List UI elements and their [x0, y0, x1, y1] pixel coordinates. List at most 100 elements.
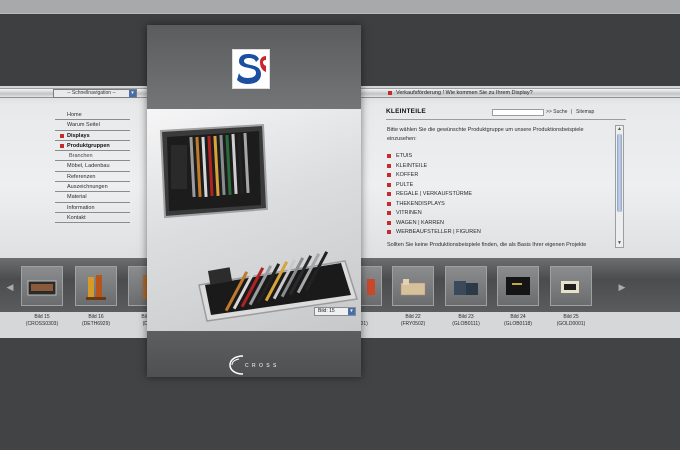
sitemap-link[interactable]: Sitemap — [576, 109, 594, 115]
wooden-box-icon — [400, 279, 426, 296]
search-input[interactable] — [492, 109, 544, 116]
cross-logo-icon: C R O S S — [229, 355, 277, 375]
sidebar-item-label: Warum Seitel — [67, 122, 100, 129]
sidebar-item-label: Information — [67, 204, 95, 211]
category-etuis[interactable]: ETUIS — [387, 152, 412, 160]
category-vitrinen[interactable]: VITRINEN — [387, 209, 422, 217]
pen-case-icon — [27, 280, 57, 296]
thumbnail-image[interactable] — [75, 266, 117, 306]
link-separator: | — [571, 109, 573, 115]
sidebar-item-label: Displays — [67, 132, 90, 139]
category-kleinteile[interactable]: KLEINTEILE — [387, 162, 427, 170]
category-label: REGALE | VERKAUFSTÜRME — [396, 191, 472, 197]
sidebar-item-warum-seitel[interactable]: Warum Seitel — [55, 120, 130, 131]
category-koffer[interactable]: KOFFER — [387, 171, 418, 179]
category-label: ETUIS — [396, 153, 413, 159]
red-bullet-icon — [387, 192, 391, 196]
sidebar-item-label: Möbel, Ladenbau — [67, 163, 110, 170]
category-thekendisplays[interactable]: THEKENDISPLAYS — [387, 200, 445, 208]
sidebar-item-information[interactable]: Information — [55, 203, 130, 213]
red-bullet-icon — [387, 182, 391, 187]
thumbnails-next-button[interactable]: ▶ — [617, 281, 627, 293]
search-button[interactable]: >> Suche — [546, 109, 567, 115]
sidebar-item-label: Branchen — [69, 153, 93, 160]
thumbnail-caption[interactable]: Bild 22 (FRY0502) — [387, 314, 439, 328]
sidebar-navigation: Home Warum Seitel Displays Produktgruppe… — [55, 110, 130, 224]
chevron-down-icon[interactable]: ▾ — [129, 90, 136, 97]
sidebar-item-produktgruppen[interactable]: Produktgruppen — [55, 141, 130, 152]
sidebar-item-auszeichnungen[interactable]: Auszeichnungen — [55, 182, 130, 193]
scrollbar-thumb[interactable] — [617, 134, 622, 212]
category-label: THEKENDISPLAYS — [396, 200, 445, 207]
thumbnail-image[interactable] — [445, 266, 487, 306]
red-bullet-icon — [388, 90, 392, 95]
chevron-down-icon[interactable]: ▾ — [348, 308, 355, 315]
thumbnail-caption[interactable]: Bild 16 (DETH6929) — [70, 314, 122, 328]
category-label: VITRINEN — [396, 210, 422, 216]
sidebar-item-material[interactable]: Material — [55, 192, 130, 203]
thumbnail-caption[interactable]: Bild 23 (GLOB0111) — [440, 314, 492, 328]
intro-text: Bitte wählen Sie die gewünschte Produktg… — [387, 127, 584, 142]
category-label: KOFFER — [396, 172, 419, 178]
quick-navigation-label: -- Schnellnavigation -- — [67, 90, 116, 96]
pen-display-case-image — [159, 123, 358, 322]
category-label: KLEINTEILE — [396, 162, 428, 169]
sidebar-item-referenzen[interactable]: Referenzen — [55, 172, 130, 183]
thumbnail-caption[interactable]: Bild 24 (GLOB0118) — [492, 314, 544, 328]
cross-brand-logo: C R O S S — [225, 348, 285, 380]
category-werbeaufsteller-figuren[interactable]: WERBEAUFSTELLER | FIGUREN — [387, 228, 481, 236]
page-title: KLEINTEILE — [386, 108, 426, 115]
category-label: PULTE — [396, 181, 414, 188]
category-pulte[interactable]: PULTE — [387, 181, 413, 189]
sidebar-item-label: Material — [67, 194, 87, 201]
scroll-down-icon[interactable]: ▼ — [616, 240, 623, 247]
company-logo[interactable] — [232, 49, 270, 89]
sidebar-item-branchen[interactable]: Branchen — [55, 151, 130, 162]
page-top-strip — [0, 0, 680, 14]
title-divider — [386, 119, 626, 120]
category-label: WAGEN | KARREN — [396, 219, 444, 226]
category-regale-verkaufstuerme[interactable]: REGALE | VERKAUFSTÜRME — [387, 190, 472, 198]
sidebar-item-moebel-ladenbau[interactable]: Möbel, Ladenbau — [55, 161, 130, 172]
scroll-up-icon[interactable]: ▲ — [616, 126, 623, 133]
globe-box-icon — [454, 281, 478, 295]
thumbnail-image[interactable] — [21, 266, 63, 306]
quick-navigation-select[interactable]: -- Schnellnavigation -- ▾ — [53, 89, 137, 98]
gold-box-icon — [561, 281, 579, 293]
thumbnail-image[interactable] — [550, 266, 592, 306]
sidebar-item-label: Kontakt — [67, 214, 86, 221]
red-bullet-icon — [387, 201, 391, 206]
outro-text: Sollten Sie keine Produktionsbeispiele f… — [387, 242, 587, 248]
bottle-display-icon — [86, 275, 106, 300]
sidebar-item-label: Auszeichnungen — [67, 184, 108, 191]
category-label: WERBEAUFSTELLER | FIGUREN — [396, 229, 481, 235]
active-bullet-icon — [60, 143, 64, 148]
svg-text:C R O S S: C R O S S — [245, 363, 277, 369]
sidebar-item-label: Produktgruppen — [67, 142, 110, 149]
black-case-icon — [506, 277, 530, 295]
promo-text: Verkaufsförderung ! Wie kommen Sie zu Ih… — [396, 90, 533, 96]
active-bullet-icon — [60, 133, 64, 138]
product-viewer-panel: Bild: 15 ▾ C R O S S — [147, 25, 361, 377]
thumbnail-image[interactable] — [497, 266, 539, 306]
sidebar-item-displays[interactable]: Displays — [55, 131, 130, 141]
content-scrollbar[interactable]: ▲ ▼ — [615, 125, 624, 248]
red-bullet-icon — [387, 173, 391, 177]
product-image — [147, 109, 361, 331]
thumbnails-prev-button[interactable]: ◀ — [5, 281, 15, 293]
red-bullet-icon — [387, 163, 391, 168]
red-bullet-icon — [387, 230, 391, 234]
promo-link[interactable]: Verkaufsförderung ! Wie kommen Sie zu Ih… — [388, 89, 533, 97]
thumbnail-caption[interactable]: Bild 15 (CROSS0303) — [16, 314, 68, 328]
category-wagen-karren[interactable]: WAGEN | KARREN — [387, 219, 444, 227]
thumbnail-image[interactable] — [392, 266, 434, 306]
sidebar-item-label: Home — [67, 112, 82, 118]
image-number-value: Bild: 15 — [318, 308, 335, 314]
sidebar-item-home[interactable]: Home — [55, 110, 130, 121]
sidebar-item-kontakt[interactable]: Kontakt — [55, 213, 130, 224]
thumbnail-caption[interactable]: Bild 25 (GOLD0001) — [545, 314, 597, 328]
sidebar-item-label: Referenzen — [67, 173, 96, 180]
red-bullet-icon — [387, 154, 391, 158]
image-number-select[interactable]: Bild: 15 ▾ — [314, 307, 356, 316]
red-bullet-icon — [387, 220, 391, 225]
